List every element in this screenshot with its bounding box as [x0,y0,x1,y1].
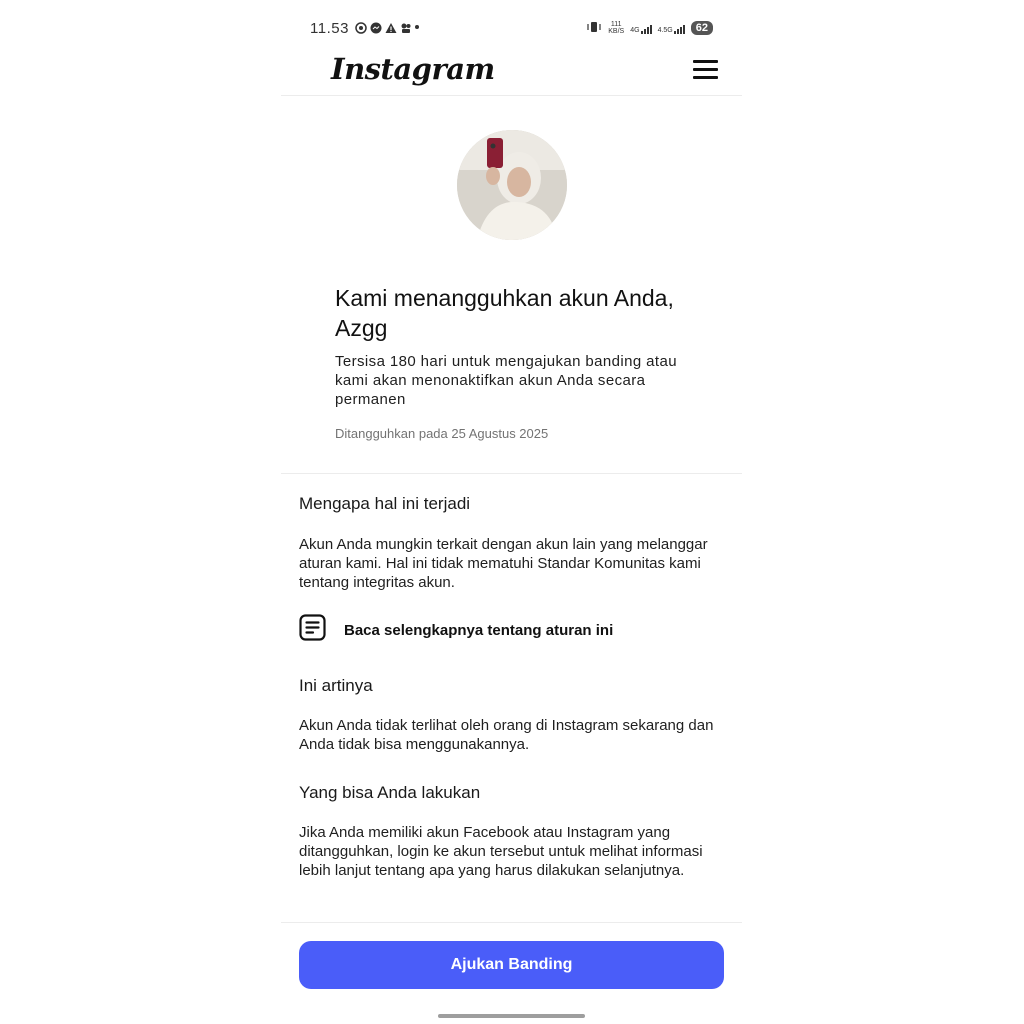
notification-icons [355,21,419,34]
page-title: Kami menangguhkan akun Anda, Azgg [335,285,674,341]
why-heading: Mengapa hal ini terjadi [299,494,471,513]
system-icons: 111 KB/S 4G 4.5G 62 [586,21,713,35]
vibrate-icon [586,21,602,35]
learn-more-label: Baca selengkapnya tentang aturan ini [344,621,614,639]
appeal-button[interactable]: Ajukan Banding [299,941,724,989]
status-time: 11.53 [310,20,349,37]
net-speed: 111 KB/S [608,21,625,35]
learn-more-link[interactable]: Baca selengkapnya tentang aturan ini [299,614,613,646]
network-45g: 4.5G [658,22,685,34]
document-icon [299,614,326,646]
home-indicator[interactable] [438,1014,585,1018]
notice-subtitle: Tersisa 180 hari untuk mengajukan bandin… [335,353,677,408]
todo-heading: Yang bisa Anda lakukan [299,783,481,802]
status-bar: 11.53 111 KB/S 4G 4.5G 62 [310,20,713,40]
suspension-date: Ditangguhkan pada 25 Agustus 2025 [335,426,549,441]
phone-screen: 11.53 111 KB/S 4G 4.5G 62 Instagram Kami… [281,0,742,1024]
network-4g: 4G [630,22,652,34]
dot-icon [415,25,419,29]
whatsapp-icon [355,21,367,34]
app-header: Instagram [281,48,742,96]
meaning-body: Akun Anda tidak terlihat oleh orang di I… [299,717,714,753]
instagram-logo: Instagram [331,52,495,86]
app-icon [400,21,412,33]
menu-icon[interactable] [693,58,718,80]
todo-body: Jika Anda memiliki akun Facebook atau In… [299,824,703,879]
why-body: Akun Anda mungkin terkait dengan akun la… [299,536,708,591]
meaning-heading: Ini artinya [299,676,373,695]
profile-avatar [457,130,567,240]
signal-icon-2 [673,22,685,34]
battery-indicator: 62 [690,21,713,35]
warning-icon [385,21,397,33]
signal-icon [640,22,652,34]
footer-divider [281,922,742,923]
divider [281,473,742,474]
messenger-icon [370,21,382,34]
